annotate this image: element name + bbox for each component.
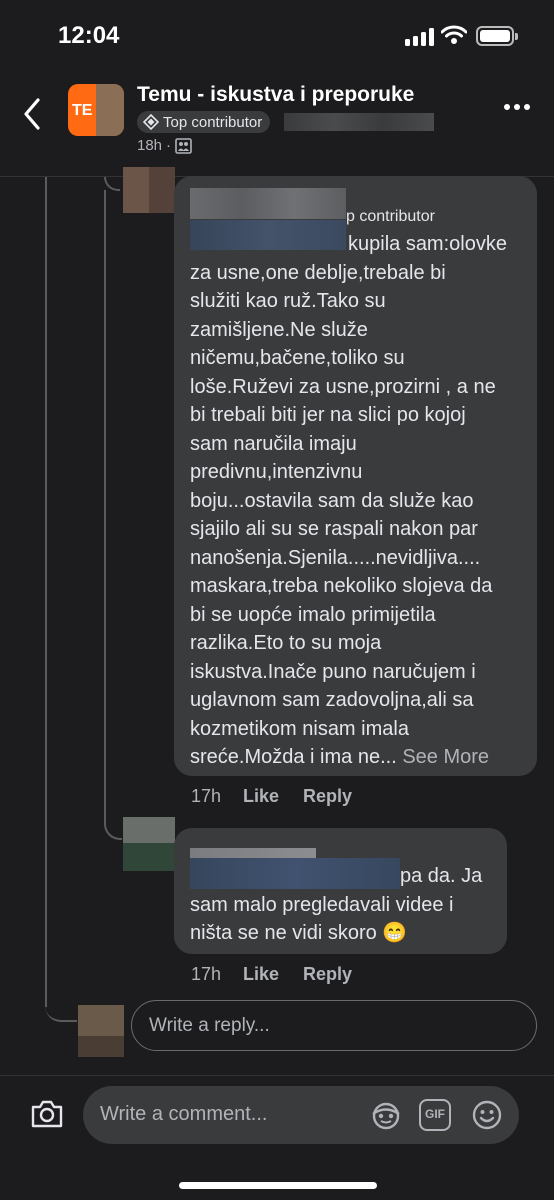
author-name-blurred	[284, 113, 435, 131]
see-more-link[interactable]: See More	[402, 746, 489, 768]
commenter-avatar[interactable]	[123, 167, 175, 213]
camera-icon[interactable]	[30, 1099, 64, 1129]
thread-line	[104, 190, 106, 820]
group-avatar[interactable]: TE	[68, 84, 124, 136]
home-indicator[interactable]	[179, 1182, 377, 1189]
group-audience-icon	[175, 137, 192, 154]
avatar-blur	[96, 84, 124, 136]
comment-time: 17h	[191, 964, 222, 984]
comment-actions: 17h Like Reply	[191, 786, 352, 807]
author-row: Top contributor	[137, 111, 435, 133]
back-arrow-icon[interactable]	[18, 96, 48, 132]
emoji-icon[interactable]	[471, 1099, 503, 1131]
comment-time: 17h	[191, 786, 222, 806]
comment-bubble: pa da. Ja sam malo pregledavali videe i …	[174, 828, 507, 954]
battery-icon	[476, 26, 518, 46]
like-button[interactable]: Like	[243, 786, 303, 807]
thread-connector	[104, 177, 120, 191]
comment-bubble: p contributor kupila sam:olovke za usne,…	[174, 176, 537, 776]
post-meta: 18h ·	[137, 137, 192, 154]
comment-actions: 17h Like Reply	[191, 964, 352, 985]
top-contributor-badge-fragment: p contributor	[346, 208, 435, 225]
comment-text: kupila sam:olovke za usne,one deblje,tre…	[190, 233, 507, 768]
group-title[interactable]: Temu - iskustva i preporuke	[137, 83, 414, 107]
more-options-icon[interactable]	[504, 104, 530, 110]
commenter-name-blurred	[190, 188, 346, 219]
comment-text: pa da. Ja sam malo pregledavali videe i …	[190, 865, 483, 944]
thread-line	[45, 177, 47, 1007]
post-time: 18h	[137, 137, 163, 154]
status-time: 12:04	[58, 22, 120, 49]
diamond-badge-icon	[143, 114, 159, 130]
post-header: TE Temu - iskustva i preporuke Top contr…	[0, 72, 554, 164]
comment-placeholder: Write a comment...	[100, 1103, 268, 1125]
status-bar: 12:04	[0, 0, 554, 70]
top-contributor-badge[interactable]: Top contributor	[137, 111, 271, 133]
thread-connector	[45, 990, 77, 1022]
commenter-name-blurred	[190, 848, 316, 858]
comment-input[interactable]: Write a comment... GIF	[83, 1086, 519, 1144]
reply-button[interactable]: Reply	[303, 964, 352, 985]
like-button[interactable]: Like	[243, 964, 303, 985]
thread-connector	[104, 812, 122, 840]
commenter-avatar[interactable]	[123, 817, 175, 871]
gif-button[interactable]: GIF	[419, 1099, 451, 1131]
temu-logo: TE	[72, 102, 93, 119]
reply-input[interactable]: Write a reply...	[131, 1000, 537, 1051]
avatar-sticker-icon[interactable]	[370, 1101, 402, 1131]
current-user-avatar	[78, 1005, 124, 1057]
cellular-signal-icon	[405, 28, 434, 46]
wifi-icon	[441, 25, 467, 44]
reply-button[interactable]: Reply	[303, 786, 352, 807]
top-contributor-label: Top contributor	[163, 113, 263, 131]
reply-placeholder: Write a reply...	[149, 1015, 270, 1036]
